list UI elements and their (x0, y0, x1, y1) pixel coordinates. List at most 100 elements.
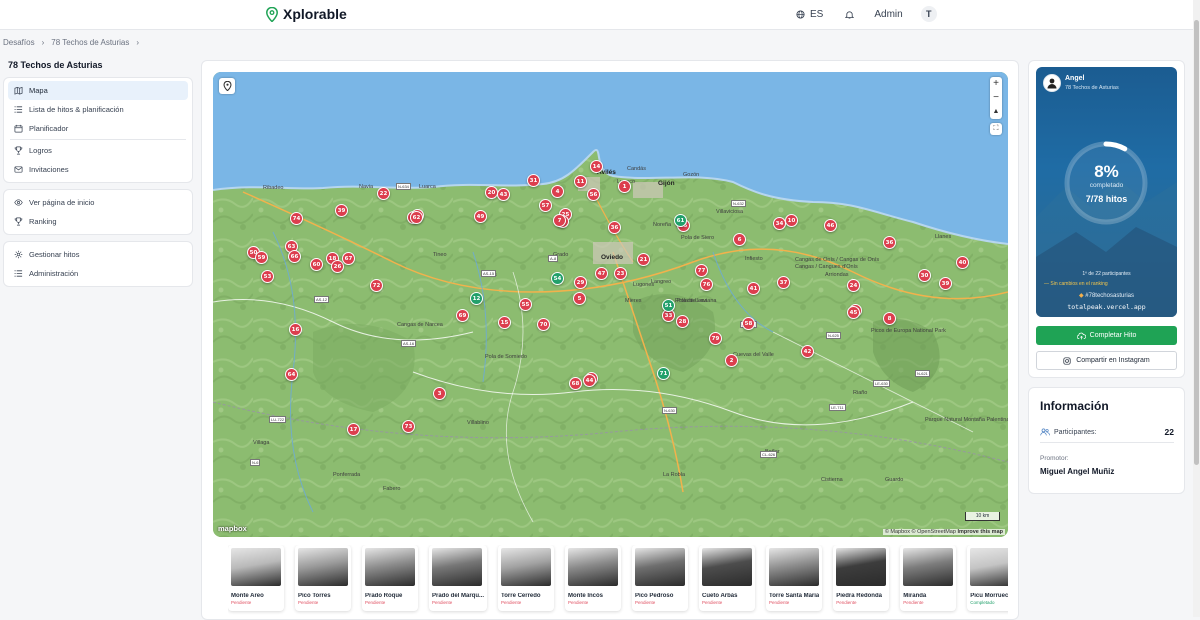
zoom-out-icon[interactable]: − (993, 91, 999, 105)
pending-peak-marker[interactable]: 42 (801, 345, 814, 358)
pending-peak-marker[interactable]: 5 (573, 292, 586, 305)
completed-peak-marker[interactable]: 71 (657, 367, 670, 380)
pending-peak-marker[interactable]: 10 (785, 214, 798, 227)
share-instagram-button[interactable]: Compartir en Instagram (1036, 351, 1177, 370)
pending-peak-marker[interactable]: 46 (824, 219, 837, 232)
pending-peak-marker[interactable]: 3 (433, 387, 446, 400)
pending-peak-marker[interactable]: 39 (939, 277, 952, 290)
pending-peak-marker[interactable]: 59 (255, 251, 268, 264)
pending-peak-marker[interactable]: 55 (519, 298, 532, 311)
pending-peak-marker[interactable]: 74 (290, 212, 303, 225)
pending-peak-marker[interactable]: 6 (733, 233, 746, 246)
peak-card[interactable]: Torre Cerredo Pendiente (498, 545, 555, 611)
pending-peak-marker[interactable]: 24 (847, 279, 860, 292)
pending-peak-marker[interactable]: 31 (527, 174, 540, 187)
pending-peak-marker[interactable]: 66 (288, 250, 301, 263)
pending-peak-marker[interactable]: 28 (676, 315, 689, 328)
pending-peak-marker[interactable]: 44 (583, 374, 596, 387)
peak-card[interactable]: Prado del Marqu... Pendiente (429, 545, 488, 611)
language-selector[interactable]: ES (796, 9, 823, 20)
pending-peak-marker[interactable]: 53 (261, 270, 274, 283)
user-avatar[interactable]: T (920, 6, 937, 22)
zoom-in-icon[interactable]: + (993, 77, 999, 91)
pending-peak-marker[interactable]: 62 (410, 211, 423, 224)
pending-peak-marker[interactable]: 60 (310, 258, 323, 271)
pending-peak-marker[interactable]: 77 (695, 264, 708, 277)
pending-peak-marker[interactable]: 40 (956, 256, 969, 269)
pending-peak-marker[interactable]: 21 (637, 253, 650, 266)
pending-peak-marker[interactable]: 34 (773, 217, 786, 230)
pending-peak-marker[interactable]: 16 (289, 323, 302, 336)
pending-peak-marker[interactable]: 67 (342, 252, 355, 265)
admin-menu[interactable]: Admin (874, 9, 902, 20)
pending-peak-marker[interactable]: 7 (553, 214, 566, 227)
notifications-button[interactable] (845, 10, 855, 19)
pending-peak-marker[interactable]: 30 (918, 269, 931, 282)
completed-peak-marker[interactable]: 61 (674, 214, 687, 227)
peak-card[interactable]: Picu MorruecosCompletado (967, 545, 1008, 611)
pending-peak-marker[interactable]: 58 (742, 317, 755, 330)
pending-peak-marker[interactable]: 2 (725, 354, 738, 367)
attribution-text[interactable]: © Mapbox © OpenStreetMap (885, 529, 956, 535)
pending-peak-marker[interactable]: 70 (537, 318, 550, 331)
pending-peak-marker[interactable]: 29 (574, 276, 587, 289)
pending-peak-marker[interactable]: 37 (777, 276, 790, 289)
map-view[interactable]: + − ▲ ⛶ GijónAvilésOviedoCandásLuancoNav… (213, 72, 1008, 537)
pending-peak-marker[interactable]: 36 (608, 221, 621, 234)
pending-peak-marker[interactable]: 49 (474, 210, 487, 223)
pending-peak-marker[interactable]: 68 (569, 377, 582, 390)
peak-card[interactable]: Torre Santa María Pendiente (766, 545, 823, 611)
peak-cards-strip[interactable]: Monte Areo Pendiente Pico Torres Pendiente P… (228, 545, 1008, 617)
pending-peak-marker[interactable]: 64 (285, 368, 298, 381)
improve-map-link[interactable]: Improve this map (957, 529, 1003, 535)
pending-peak-marker[interactable]: 39 (335, 204, 348, 217)
pending-peak-marker[interactable]: 69 (456, 309, 469, 322)
map-location-button[interactable] (219, 78, 235, 94)
pending-peak-marker[interactable]: 73 (402, 420, 415, 433)
sidebar-item-achievements[interactable]: Logros (8, 141, 188, 160)
pending-peak-marker[interactable]: 79 (709, 332, 722, 345)
sidebar-item-list[interactable]: Lista de hitos & planificación (8, 100, 188, 119)
pending-peak-marker[interactable]: 76 (700, 278, 713, 291)
sidebar-item-ranking[interactable]: Ranking (8, 212, 188, 231)
sidebar-item-manage-peaks[interactable]: Gestionar hitos (8, 245, 188, 264)
peak-card[interactable]: Monte Incós Pendiente (565, 545, 622, 611)
pending-peak-marker[interactable]: 14 (590, 160, 603, 173)
pending-peak-marker[interactable]: 1 (618, 180, 631, 193)
pending-peak-marker[interactable]: 72 (370, 279, 383, 292)
pending-peak-marker[interactable]: 8 (883, 312, 896, 325)
sidebar-item-administration[interactable]: Administración (8, 264, 188, 283)
pending-peak-marker[interactable]: 47 (595, 267, 608, 280)
peak-card[interactable]: Piedra Redonda Pendiente (833, 545, 890, 611)
sidebar-item-map[interactable]: Mapa (8, 81, 188, 100)
peak-card[interactable]: Pico Pedroso Pendiente (632, 545, 689, 611)
page-scrollbar[interactable] (1193, 0, 1200, 617)
pending-peak-marker[interactable]: 11 (574, 175, 587, 188)
scrollbar-thumb[interactable] (1194, 20, 1199, 465)
mapbox-logo[interactable]: mapbox (218, 524, 247, 533)
pending-peak-marker[interactable]: 36 (883, 236, 896, 249)
pending-peak-marker[interactable]: 4 (551, 185, 564, 198)
compass-icon[interactable]: ▲ (993, 105, 1000, 119)
peak-card[interactable]: Miranda Pendiente (900, 545, 957, 611)
app-logo[interactable]: Xplorable (266, 6, 347, 22)
pending-peak-marker[interactable]: 41 (747, 282, 760, 295)
pending-peak-marker[interactable]: 56 (587, 188, 600, 201)
pending-peak-marker[interactable]: 23 (614, 267, 627, 280)
completed-peak-marker[interactable]: 12 (470, 292, 483, 305)
peak-card[interactable]: Cueto Arbás Pendiente (699, 545, 756, 611)
peak-card[interactable]: Monte Areo Pendiente (228, 545, 284, 611)
sidebar-item-invitations[interactable]: Invitaciones (8, 160, 188, 179)
peak-card[interactable]: Pico Torres Pendiente (295, 545, 351, 611)
sidebar-item-planner[interactable]: Planificador (8, 119, 188, 138)
fullscreen-button[interactable]: ⛶ (990, 123, 1002, 135)
pending-peak-marker[interactable]: 57 (539, 199, 552, 212)
pending-peak-marker[interactable]: 43 (497, 188, 510, 201)
completed-peak-marker[interactable]: 54 (551, 272, 564, 285)
peak-card[interactable]: Prado Roque Pendiente (362, 545, 418, 611)
breadcrumb-current[interactable]: 78 Techos de Asturias (51, 38, 129, 47)
breadcrumb-root[interactable]: Desafíos (3, 38, 35, 47)
sidebar-item-homepage[interactable]: Ver página de inicio (8, 193, 188, 212)
complete-peak-button[interactable]: Completar Hito (1036, 326, 1177, 345)
pending-peak-marker[interactable]: 20 (485, 186, 498, 199)
